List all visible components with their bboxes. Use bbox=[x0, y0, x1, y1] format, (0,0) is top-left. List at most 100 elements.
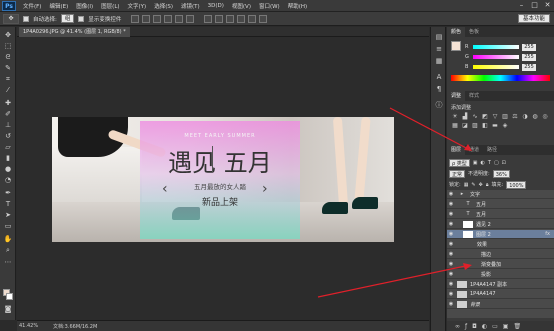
show-transform-checkbox[interactable] bbox=[78, 15, 85, 22]
threshold-icon[interactable]: ◧ bbox=[481, 122, 489, 129]
character-panel-icon[interactable]: A bbox=[435, 73, 443, 81]
zoom-tool-icon[interactable]: ⌕ bbox=[3, 246, 13, 255]
quick-select-tool-icon[interactable]: ✎ bbox=[3, 64, 13, 73]
curves-icon[interactable]: ∿ bbox=[471, 113, 479, 120]
filter-smart-icon[interactable]: ⊡ bbox=[502, 160, 506, 166]
layer-row[interactable]: ◉ 背景 bbox=[447, 300, 554, 309]
layer-name[interactable]: 图层 2 bbox=[476, 231, 491, 238]
layer-row[interactable]: ◉ T 五月 bbox=[447, 200, 554, 209]
channel-r-slider[interactable] bbox=[473, 45, 519, 49]
channel-g-value[interactable]: 255 bbox=[522, 53, 536, 61]
properties-panel-icon[interactable]: ≡ bbox=[435, 45, 443, 53]
visibility-eye-icon[interactable]: ◉ bbox=[447, 291, 455, 297]
fill-field[interactable]: 100% bbox=[506, 180, 527, 189]
new-group-icon[interactable]: ▭ bbox=[492, 323, 498, 330]
align-vcenter-icon[interactable] bbox=[142, 14, 151, 23]
channel-b-value[interactable]: 255 bbox=[522, 63, 536, 71]
visibility-eye-icon[interactable]: ◉ bbox=[447, 191, 455, 197]
marquee-tool-icon[interactable]: ⬚ bbox=[3, 42, 13, 51]
distribute-right-icon[interactable] bbox=[259, 14, 268, 23]
link-layers-icon[interactable]: ∞ bbox=[455, 323, 460, 330]
gradient-tool-icon[interactable]: ▮ bbox=[3, 154, 13, 163]
effect-row[interactable]: ◉ 投影 bbox=[447, 270, 554, 279]
dodge-tool-icon[interactable]: ◔ bbox=[3, 176, 13, 185]
hand-tool-icon[interactable]: ✋ bbox=[3, 235, 13, 244]
maximize-button[interactable]: □ bbox=[530, 1, 539, 10]
align-hcenter-icon[interactable] bbox=[175, 14, 184, 23]
history-panel-icon[interactable]: ▤ bbox=[435, 33, 443, 41]
menu-file[interactable]: 文件(F) bbox=[19, 2, 45, 10]
tab-paths[interactable]: 路径 bbox=[483, 145, 501, 155]
distribute-left-icon[interactable] bbox=[237, 14, 246, 23]
distribute-vcenter-icon[interactable] bbox=[215, 14, 224, 23]
rectangle-tool-icon[interactable]: ▭ bbox=[3, 222, 13, 231]
visibility-eye-icon[interactable]: ◉ bbox=[447, 221, 455, 227]
layer-name[interactable]: 遇见 2 bbox=[476, 221, 491, 228]
menu-layer[interactable]: 图层(L) bbox=[97, 2, 123, 10]
crop-tool-icon[interactable]: ⌗ bbox=[3, 75, 13, 84]
visibility-eye-icon[interactable]: ◉ bbox=[447, 231, 455, 237]
move-tool-icon[interactable]: ✥ bbox=[3, 31, 13, 40]
clone-stamp-tool-icon[interactable]: ⊥ bbox=[3, 121, 13, 130]
effect-drop-shadow[interactable]: 投影 bbox=[481, 271, 491, 278]
menu-3d[interactable]: 3D(D) bbox=[204, 3, 228, 9]
lock-pixels-icon[interactable]: ✎ bbox=[471, 182, 475, 188]
layer-row[interactable]: ◉ 1P4A4147 副本 bbox=[447, 280, 554, 289]
canvas-area[interactable]: MEET EARLY SUMMER 遇见 五月 五月最放的女人踏 新品上架 ‹ … bbox=[17, 37, 429, 320]
info-panel-icon[interactable]: ⓘ bbox=[435, 101, 443, 109]
delete-layer-icon[interactable]: 🗑︎ bbox=[513, 323, 521, 330]
layer-row[interactable]: ◉ 1P4A4147 bbox=[447, 290, 554, 299]
black-white-icon[interactable]: ◑ bbox=[521, 113, 529, 120]
new-adjustment-icon[interactable]: ◐ bbox=[482, 323, 487, 330]
eraser-tool-icon[interactable]: ▱ bbox=[3, 143, 13, 152]
color-panel-foreground-swatch[interactable] bbox=[451, 41, 461, 51]
history-brush-tool-icon[interactable]: ↺ bbox=[3, 132, 13, 141]
menu-image[interactable]: 图像(I) bbox=[72, 2, 97, 10]
color-balance-icon[interactable]: ⚖ bbox=[511, 113, 519, 120]
filter-type-icon[interactable]: T bbox=[488, 160, 491, 166]
color-lookup-icon[interactable]: ▦ bbox=[451, 122, 459, 129]
opacity-field[interactable]: 36% bbox=[492, 169, 510, 178]
layer-row[interactable]: ◉ 遇见 2 bbox=[447, 220, 554, 229]
layer-name[interactable]: 文字 bbox=[470, 191, 480, 198]
layer-row-selected[interactable]: ◉ 图层 2 fx bbox=[447, 230, 554, 239]
layer-effects-badge[interactable]: fx bbox=[545, 231, 550, 237]
swatch-panel-icon[interactable]: ▦ bbox=[435, 57, 443, 65]
filter-shape-icon[interactable]: ▢ bbox=[494, 160, 499, 166]
tab-adjustments[interactable]: 调整 bbox=[447, 91, 466, 101]
distribute-bottom-icon[interactable] bbox=[226, 14, 235, 23]
levels-icon[interactable]: ▟ bbox=[461, 113, 469, 120]
channel-r-value[interactable]: 255 bbox=[522, 43, 536, 51]
channel-b-slider[interactable] bbox=[473, 65, 519, 69]
tab-channels[interactable]: 通道 bbox=[465, 145, 483, 155]
paragraph-panel-icon[interactable]: ¶ bbox=[435, 85, 443, 93]
color-spectrum[interactable] bbox=[451, 75, 550, 81]
lock-all-icon[interactable]: 🔒︎ bbox=[486, 182, 489, 188]
effect-stroke[interactable]: 描边 bbox=[481, 251, 491, 258]
tab-color[interactable]: 颜色 bbox=[447, 27, 466, 37]
document-info[interactable]: 文档:3.66M/16.2M bbox=[53, 323, 97, 330]
gradient-map-icon[interactable]: ▬ bbox=[491, 122, 499, 129]
workspace-switcher[interactable]: 基本功能 bbox=[517, 14, 550, 23]
visibility-eye-icon[interactable]: ◉ bbox=[447, 201, 455, 207]
vibrance-icon[interactable]: ▽ bbox=[491, 113, 499, 120]
lock-position-icon[interactable]: ✥ bbox=[479, 182, 483, 188]
auto-select-dropdown[interactable]: 组 bbox=[60, 14, 75, 23]
visibility-eye-icon[interactable]: ◉ bbox=[447, 261, 455, 267]
menu-select[interactable]: 选择(S) bbox=[150, 2, 177, 10]
effect-row[interactable]: ◉ 描边 bbox=[447, 250, 554, 259]
exposure-icon[interactable]: ◩ bbox=[481, 113, 489, 120]
visibility-eye-icon[interactable]: ◉ bbox=[447, 211, 455, 217]
tab-layers[interactable]: 图层 bbox=[447, 145, 466, 155]
effects-label[interactable]: 效果 bbox=[477, 241, 487, 248]
document-tab[interactable]: 1P4A0296.JPG @ 41.4% (图层 1, RGB/8) * bbox=[19, 27, 130, 37]
blur-tool-icon[interactable]: ● bbox=[3, 165, 13, 174]
align-bottom-icon[interactable] bbox=[153, 14, 162, 23]
quick-mask-icon[interactable]: ◙ bbox=[3, 305, 13, 314]
menu-window[interactable]: 窗口(W) bbox=[255, 2, 284, 10]
add-style-icon[interactable]: ƒ bbox=[465, 323, 467, 330]
minimize-button[interactable]: – bbox=[517, 1, 526, 10]
close-button[interactable]: ✕ bbox=[543, 1, 552, 10]
layer-name[interactable]: 1P4A4147 bbox=[470, 291, 496, 297]
type-tool-icon[interactable]: T bbox=[3, 200, 13, 209]
